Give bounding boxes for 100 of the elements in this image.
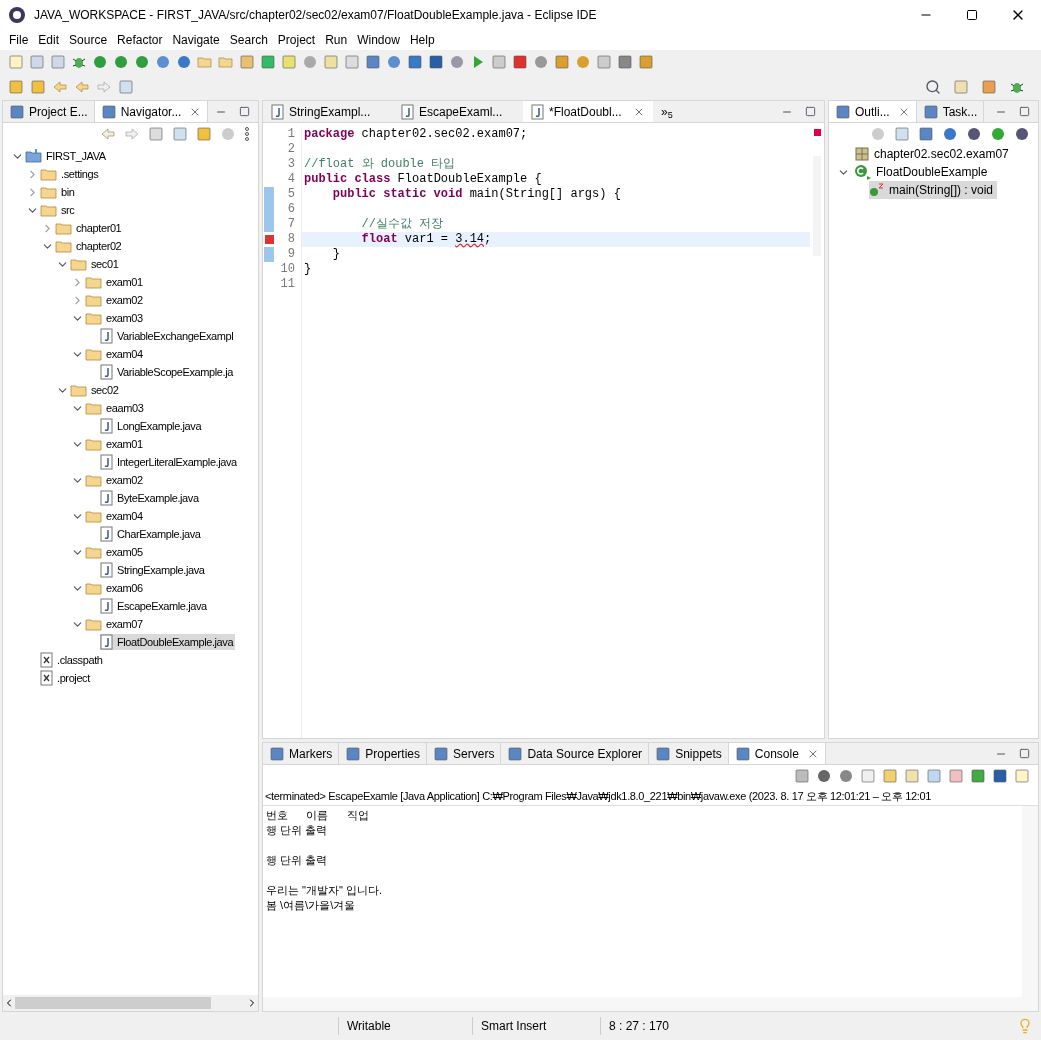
menu-item[interactable]: Run	[320, 31, 353, 49]
code-line: //float 와 double 타입	[304, 157, 456, 171]
java-file-icon	[531, 103, 545, 120]
code-line: public class FloatDoubleExample {	[304, 172, 542, 186]
view-tab[interactable]: Navigator...	[94, 101, 209, 122]
xml-file-icon	[40, 652, 54, 668]
app-icon	[8, 6, 26, 24]
tree-item[interactable]: CharExample.java	[100, 525, 203, 543]
package-icon	[854, 146, 870, 162]
vertical-scrollbar[interactable]	[1022, 806, 1038, 997]
menu-item[interactable]: Navigate	[167, 31, 225, 49]
error-overview-marker	[813, 129, 821, 136]
editor-tab[interactable]: *FloatDoubl...	[523, 101, 653, 122]
maximize-icon	[966, 9, 978, 21]
tree-item[interactable]: ByteExample.java	[100, 489, 201, 507]
tree-item[interactable]: exam02	[85, 471, 145, 489]
console-line: 번호 이름 직업	[266, 809, 369, 821]
tree-item[interactable]: exam04	[85, 507, 145, 525]
editor-tab[interactable]: StringExampl...	[263, 101, 393, 122]
tree-item[interactable]: VariableScopeExample.ja	[100, 363, 235, 381]
more-tabs-indicator[interactable]: »$_{5}$	[653, 102, 681, 121]
open-folder-icon[interactable]	[197, 54, 213, 70]
view-tab[interactable]: Outli...	[829, 101, 917, 122]
line-number: 2	[286, 142, 296, 157]
console-line: 행 단위 출력	[266, 824, 328, 836]
menu-item[interactable]: File	[4, 31, 34, 49]
horizontal-scrollbar[interactable]	[263, 997, 1038, 1011]
tree-item[interactable]: LongExample.java	[100, 417, 204, 435]
status-text: 8 : 27 : 170	[600, 1017, 720, 1035]
tree-item[interactable]: IntegerLiteralExample.java	[100, 453, 239, 471]
console-header: <terminated> EscapeExamle [Java Application] C:₩Program Files₩Java₩jdk1.8.0_221₩bin₩javaw.exe (2023. 8. 17 오후 12:01:21 – 오후 12:01	[265, 790, 931, 802]
editor-tab[interactable]: EscapeExaml...	[393, 101, 523, 122]
code-line: //실수값 저장	[360, 217, 444, 231]
tree-item[interactable]: eaam03	[85, 399, 146, 417]
menu-item[interactable]: Help	[404, 31, 440, 49]
java-file-icon	[401, 103, 415, 120]
back-edit-icon[interactable]	[52, 79, 68, 95]
tree-item[interactable]: EscapeExamle.java	[100, 597, 209, 615]
console-line: 봄 \여름\가을\겨울	[266, 899, 356, 911]
tree-item[interactable]: FIRST_JAVA	[25, 147, 108, 165]
menu-item[interactable]: Project	[272, 31, 321, 49]
menu-item[interactable]: Source	[64, 31, 113, 49]
tree-item[interactable]: exam04	[85, 345, 145, 363]
back-icon[interactable]	[74, 79, 90, 95]
scrollbar-thumb[interactable]	[15, 997, 211, 1009]
maximize-icon[interactable]	[239, 106, 250, 117]
java-file-icon	[100, 634, 114, 650]
maximize-icon[interactable]	[1019, 106, 1030, 117]
java-file-icon	[100, 418, 114, 434]
tree-item[interactable]: exam03	[85, 309, 145, 327]
menu-item[interactable]: Refactor	[112, 31, 168, 49]
maximize-icon[interactable]	[805, 106, 816, 117]
java-file-icon	[100, 598, 114, 614]
code-line: float var1 = 3.14;	[360, 232, 492, 246]
tree-item[interactable]: .settings	[40, 165, 101, 183]
java-file-icon	[100, 328, 114, 344]
menu-item[interactable]: Search	[224, 31, 273, 49]
tree-item[interactable]: sec02	[70, 381, 121, 399]
more-icon[interactable]	[244, 126, 250, 142]
code-line: }	[331, 247, 340, 261]
menu-item[interactable]: Edit	[33, 31, 65, 49]
stop-icon[interactable]	[794, 768, 810, 784]
java-file-icon	[100, 490, 114, 506]
java-file-icon	[100, 364, 114, 380]
outline-item[interactable]: chapter02.sec02.exam07	[854, 145, 1013, 163]
view-tab[interactable]: Console	[728, 743, 826, 764]
java-file-icon	[100, 526, 114, 542]
tree-item[interactable]: FloatDoubleExample.java	[100, 633, 236, 651]
tree-item[interactable]: StringExample.java	[100, 561, 207, 579]
tree-item[interactable]: src	[40, 201, 77, 219]
back-icon[interactable]	[100, 126, 116, 142]
tree-item[interactable]: exam06	[85, 579, 145, 597]
java-file-icon	[271, 103, 285, 120]
menu-item[interactable]: Window	[352, 31, 405, 49]
tree-item[interactable]: exam07	[85, 615, 145, 633]
tree-item[interactable]: chapter02	[55, 237, 124, 255]
search-icon[interactable]	[925, 79, 941, 95]
change-bar	[264, 247, 274, 262]
tree-item[interactable]: chapter01	[55, 219, 124, 237]
line-number: 11	[279, 277, 296, 292]
stop-icon[interactable]	[512, 54, 528, 70]
tree-item[interactable]: exam02	[85, 291, 145, 309]
class-icon	[854, 164, 872, 180]
status-text: Smart Insert	[472, 1017, 600, 1035]
outline-item[interactable]: main(String[]) : void	[869, 181, 998, 199]
lightbulb-icon[interactable]	[1017, 1018, 1033, 1034]
tree-item[interactable]: exam05	[85, 543, 145, 561]
tree-item[interactable]: exam01	[85, 435, 145, 453]
tree-item[interactable]: sec01	[70, 255, 121, 273]
tree-item[interactable]: exam01	[85, 273, 145, 291]
forward-icon[interactable]	[96, 79, 112, 95]
project-folder-icon	[25, 148, 43, 164]
tree-item[interactable]: bin	[40, 183, 77, 201]
maximize-icon[interactable]	[1019, 748, 1030, 759]
forward-icon[interactable]	[124, 126, 140, 142]
tree-item[interactable]: .project	[40, 669, 92, 687]
outline-item[interactable]: FloatDoubleExample	[854, 163, 992, 181]
tree-item[interactable]: .classpath	[40, 651, 105, 669]
tree-item[interactable]: VariableExchangeExampl	[100, 327, 236, 345]
code-line: package chapter02.sec02.exam07;	[304, 127, 528, 141]
